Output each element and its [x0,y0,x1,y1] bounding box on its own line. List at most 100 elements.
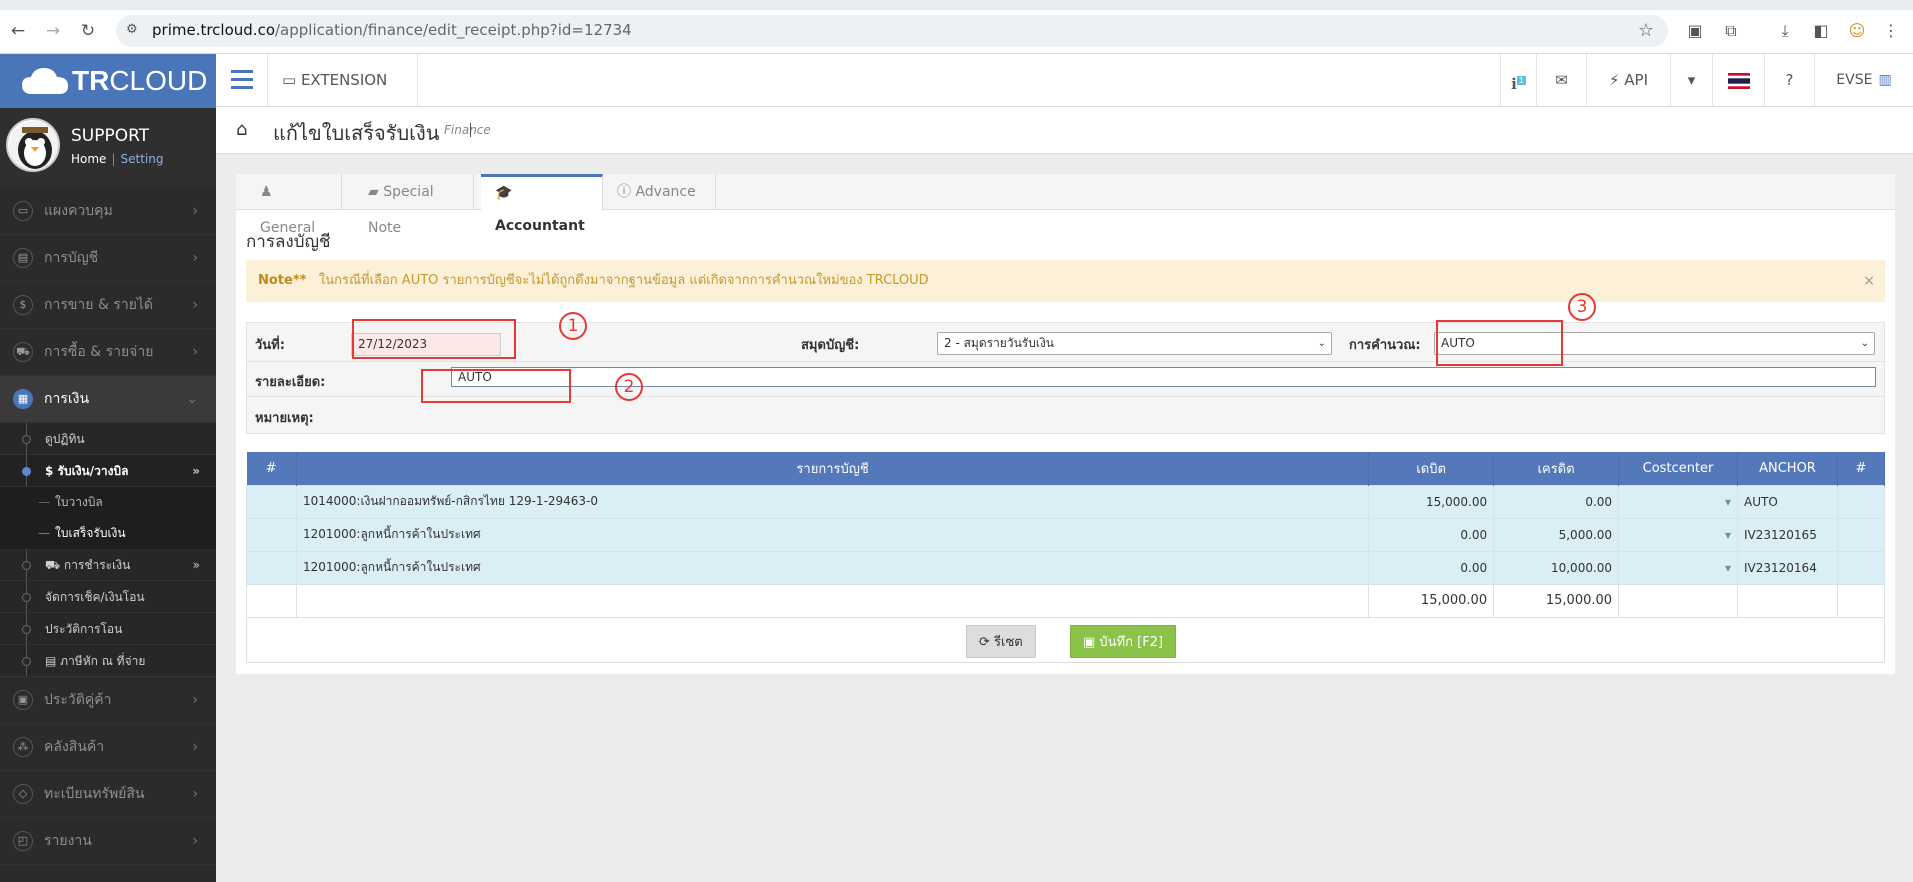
table-row[interactable]: 1201000:ลูกหนี้การค้าในประเทศ 0.00 10,00… [246,550,1886,585]
note-label: Note** [258,273,307,288]
user-name: SUPPORT [71,126,150,146]
tab-advance[interactable]: ⓘ Advance [603,174,716,210]
sidebar-sub-calendar[interactable]: ดูปฏิทิน [0,423,216,455]
company-button[interactable]: EVSE ▥ [1814,54,1913,107]
sidebar-item-accounting[interactable]: ▤ การบัญชี › [0,235,216,282]
sidebar-sub-cheque[interactable]: จัดการเช็ค/เงินโอน [0,581,216,613]
costcenter-select[interactable]: ▾ [1618,550,1738,585]
table-row[interactable]: 1201000:ลูกหนี้การค้าในประเทศ 0.00 5,000… [246,517,1886,552]
note-alert: Note** ในกรณีที่เลือก AUTO รายการบัญชีจะ… [246,260,1885,302]
graduation-cap-icon: 🎓 [495,185,513,201]
monitor-icon: ▭ [13,201,33,221]
building-icon: ▥ [1878,72,1892,88]
sidebar-sub-payment[interactable]: ⛟ การชำระเงิน» [0,549,216,581]
reload-icon[interactable]: ↻ [78,21,98,41]
close-icon[interactable]: × [1863,260,1875,302]
browser-toolbar: ← → ↻ ⚙ prime.trcloud.co/application/fin… [0,0,1913,54]
detail-input[interactable]: AUTO [451,367,1876,387]
total-debit: 15,000.00 [1368,583,1495,618]
sidebar-item-sales[interactable]: $ การขาย & รายได้ › [0,282,216,329]
home-icon[interactable]: ⌂ [236,119,247,140]
document-icon: ▤ [45,654,61,668]
tab-accountant[interactable]: 🎓 Accountant [481,174,603,234]
menu-kebab-icon[interactable]: ⋮ [1880,20,1902,42]
sidebar-sub-receive[interactable]: $ รับเงิน/วางบิล» [0,455,216,487]
trcloud-logo[interactable]: TRCLOUD [0,54,216,108]
address-bar[interactable]: ⚙ prime.trcloud.co/application/finance/e… [116,15,1668,47]
col-credit: เครดิต [1493,452,1620,485]
refresh-icon: ⟳ [979,635,995,650]
user-profile: SUPPORT Home | Setting [0,108,216,188]
sidebar-sub-transfer-history[interactable]: ประวัติการโอน [0,613,216,645]
sidebar: TRCLOUD SUPPORT Home | Setting ▭ แผงควบคุม ›… [0,54,216,882]
bookmark-star-icon[interactable]: ☆ [1638,20,1654,41]
profile-links: Home | Setting [71,152,164,166]
debit-cell: 0.00 [1368,550,1495,585]
sidebar-item-assets[interactable]: ◇ ทะเบียนทรัพย์สิน › [0,771,216,818]
setting-link[interactable]: Setting [120,152,163,166]
hamburger-menu-icon[interactable] [216,54,268,107]
thai-flag-icon[interactable] [1712,54,1764,107]
cart-icon: ⛟ [45,558,64,572]
sidebar-item-contacts[interactable]: ▣ ประวัติคู่ค้า › [0,677,216,724]
note-text: ในกรณีที่เลือก AUTO รายการบัญชีจะไม่ได้ถ… [318,273,929,288]
book-select[interactable]: 2 - สมุดรายวันรับเงิน ⌄ [937,332,1332,355]
calendar-icon: ▦ [13,389,33,409]
api-button[interactable]: ⚡ API [1586,54,1670,107]
credit-cell: 5,000.00 [1493,517,1620,552]
sidebar-item-purchase[interactable]: ⛟ การซื้อ & รายจ่าย › [0,329,216,376]
info-button[interactable]: i1 [1500,54,1536,107]
anchor-cell: IV23120164 [1737,550,1838,585]
costcenter-select[interactable]: ▾ [1618,517,1738,552]
sidebar-sub-withholding-tax[interactable]: ▤ ภาษีหัก ณ ที่จ่าย [0,645,216,677]
mail-icon[interactable]: ✉ [1536,54,1586,107]
sidebar-menu: ▭ แผงควบคุม › ▤ การบัญชี › $ การขาย & รายได้ ›… [0,188,216,865]
help-icon[interactable]: ? [1764,54,1814,107]
floppy-icon: ▣ [1083,635,1100,650]
costcenter-select[interactable]: ▾ [1618,484,1738,519]
sidebar-item-warehouse[interactable]: ⁂ คลังสินค้า › [0,724,216,771]
dollar-icon: $ [13,295,33,315]
sidepanel-icon[interactable]: ◧ [1810,20,1832,42]
profile-icon[interactable]: ☺ [1846,20,1868,42]
sidebar-sub-billing-note[interactable]: ใบวางบิล [0,487,216,518]
tab-general[interactable]: ♟ General [246,174,342,236]
user-icon: ♟ [260,184,273,200]
chevron-right-icon: › [192,203,198,219]
download-icon[interactable]: ⤓ [1774,20,1796,42]
caret-down-icon: ▾ [1724,560,1731,575]
chevron-down-icon: ⌄ [1317,338,1326,349]
tab-special-note[interactable]: ▰ Special Note [354,174,474,236]
credit-cell: 10,000.00 [1493,550,1620,585]
reset-button[interactable]: ⟳ รีเซต [966,625,1036,658]
annotation-box-calc [1436,320,1563,366]
chevron-down-icon: ⌄ [186,391,198,407]
avatar[interactable] [6,118,60,172]
total-row: 15,000.00 15,000.00 [246,583,1886,618]
caret-down-icon: ▾ [1724,494,1731,509]
book-label: สมุดบัญชี: [801,338,860,353]
home-link[interactable]: Home [71,152,106,166]
back-icon[interactable]: ← [8,21,28,41]
extension-button[interactable]: ▭ EXTENSION [268,54,418,107]
cloud-icon [22,68,68,94]
extension-app-icon[interactable]: ▣ [1684,20,1706,42]
info-box-icon: ⓘ [617,184,636,200]
sidebar-item-reports[interactable]: ◰ รายงาน › [0,818,216,865]
save-button[interactable]: ▣ บันทึก [F2] [1070,625,1177,658]
report-icon: ◰ [13,831,33,851]
sidebar-sub-receipt[interactable]: ใบเสร็จรับเงิน [0,518,216,549]
puzzle-icon[interactable]: ⧉ [1720,20,1742,42]
col-action: # [1837,452,1886,485]
site-info-icon[interactable]: ⚙ [126,22,138,37]
sidebar-item-dashboard[interactable]: ▭ แผงควบคุม › [0,188,216,235]
journal-table: # รายการบัญชี เดบิต เครดิต Costcenter AN… [246,452,1886,618]
table-row[interactable]: 1014000:เงินฝากออมทรัพย์-กสิกรไทย 129-1-… [246,484,1886,519]
caret-down-icon[interactable]: ▾ [1670,54,1712,107]
caret-down-icon: ▾ [1724,527,1731,542]
col-account: รายการบัญชี [296,452,1370,485]
forward-icon[interactable]: → [43,21,63,41]
annotation-marker-3: 3 [1568,293,1596,321]
url-text: prime.trcloud.co/application/finance/edi… [152,21,632,39]
sidebar-item-finance[interactable]: ▦ การเงิน ⌄ [0,376,216,423]
